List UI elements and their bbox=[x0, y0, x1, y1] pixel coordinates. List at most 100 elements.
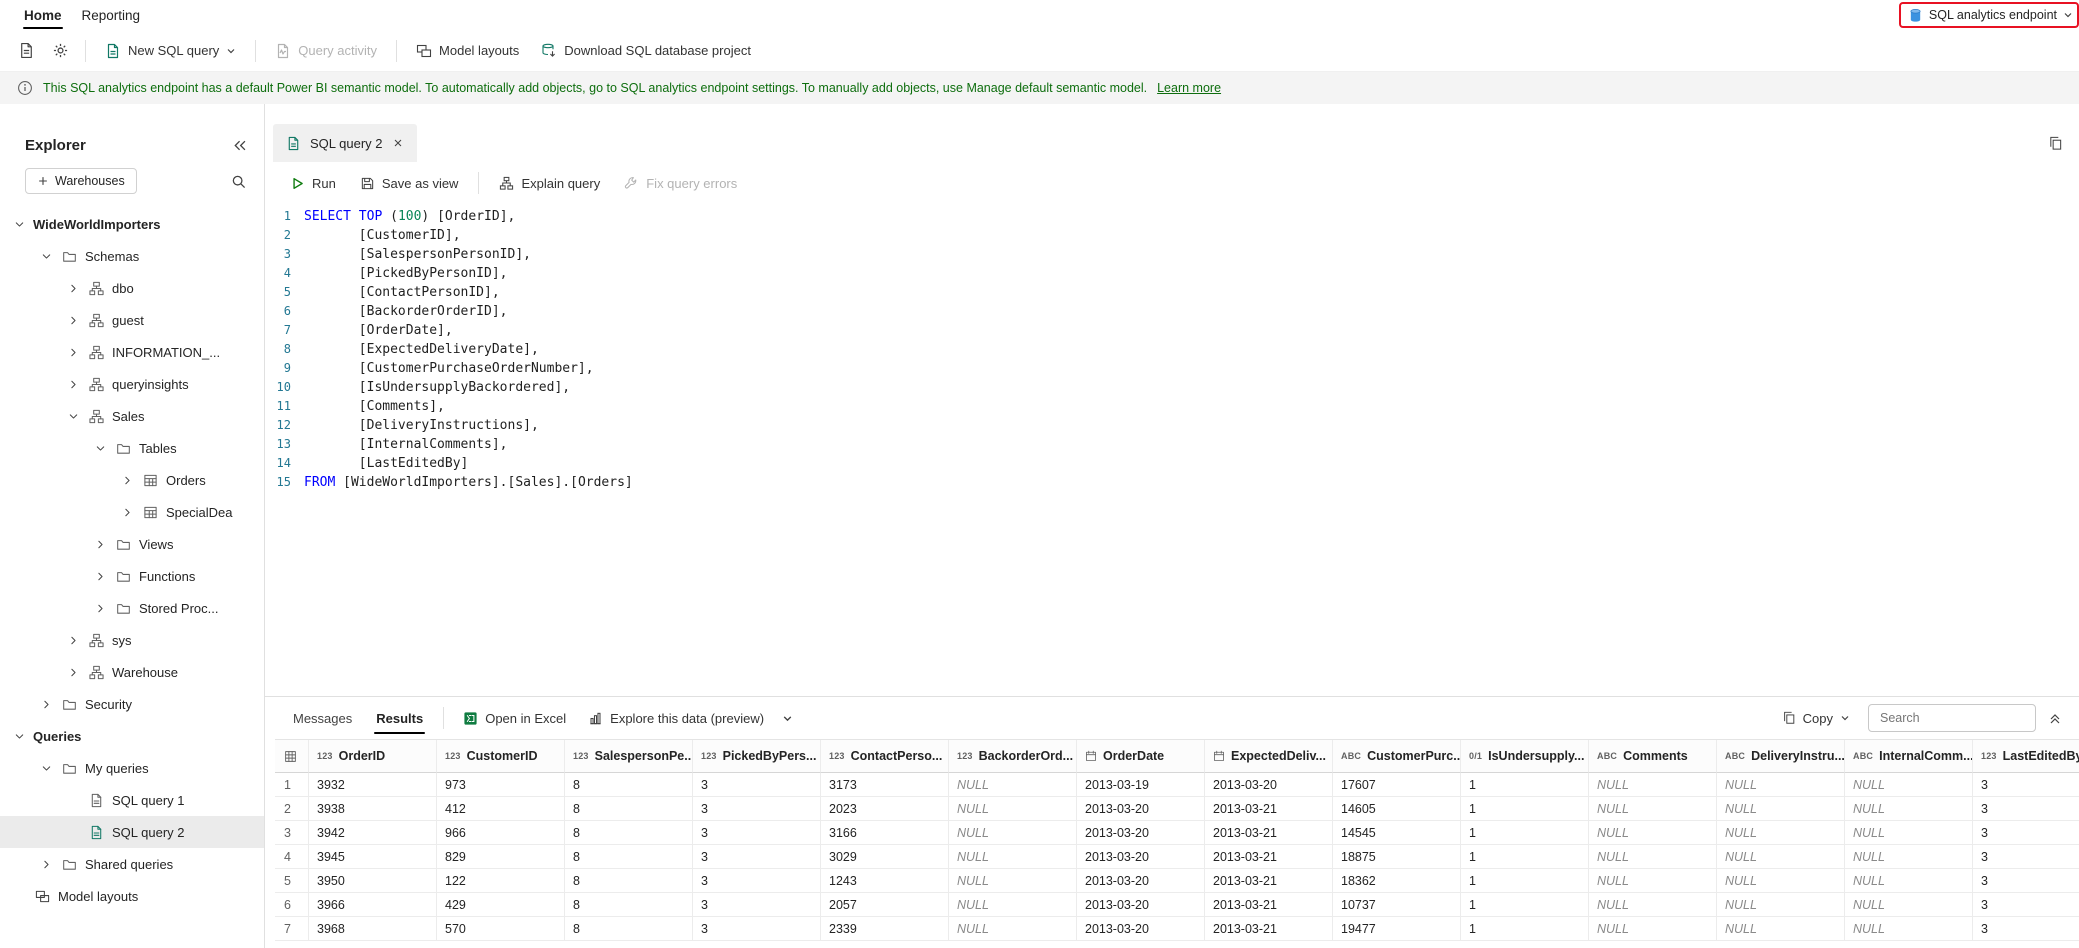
column-header-contactperso[interactable]: 123 ContactPerso... bbox=[821, 740, 949, 773]
chevron-right-icon[interactable] bbox=[39, 859, 54, 870]
tab-reporting[interactable]: Reporting bbox=[72, 0, 151, 30]
column-header-pickedbypers[interactable]: 123 PickedByPers... bbox=[693, 740, 821, 773]
tree-item-stored-proc[interactable]: Stored Proc... bbox=[0, 592, 264, 624]
new-item-button[interactable] bbox=[10, 36, 42, 66]
table-cell: 2023 bbox=[821, 797, 949, 821]
table-row[interactable]: 3 3942 966 8 3 3166 NULL 2013-03-20 2013-03-21 14… bbox=[275, 821, 2079, 845]
chevron-right-icon[interactable] bbox=[66, 315, 81, 326]
table-row[interactable]: 1 3932 973 8 3 3173 NULL 2013-03-19 2013-03-20 17… bbox=[275, 773, 2079, 797]
chevron-right-icon[interactable] bbox=[66, 379, 81, 390]
tree-item-queries[interactable]: Queries bbox=[0, 720, 264, 752]
column-header-deliveryinstru[interactable]: ABC DeliveryInstru... bbox=[1717, 740, 1845, 773]
explain-query-button[interactable]: Explain query bbox=[488, 168, 611, 198]
column-header-label: InternalComm... bbox=[1879, 749, 1973, 763]
tree-item-dbo[interactable]: dbo bbox=[0, 272, 264, 304]
select-all-cell[interactable] bbox=[275, 740, 309, 773]
copy-label: Copy bbox=[1802, 710, 1833, 726]
search-input[interactable] bbox=[1868, 704, 2036, 732]
tree-item-my-queries[interactable]: My queries bbox=[0, 752, 264, 784]
chevron-down-icon[interactable] bbox=[12, 731, 27, 742]
column-header-label: CustomerID bbox=[466, 749, 538, 763]
column-header-internalcomm[interactable]: ABC InternalComm... bbox=[1845, 740, 1973, 773]
column-header-salespersonpe[interactable]: 123 SalespersonPe... bbox=[565, 740, 693, 773]
copy-button[interactable]: Copy bbox=[1776, 703, 1856, 733]
chevron-right-icon[interactable] bbox=[66, 667, 81, 678]
open-in-excel-button[interactable]: Open in Excel bbox=[453, 703, 576, 733]
tree-item-security[interactable]: Security bbox=[0, 688, 264, 720]
results-grid[interactable]: 123 OrderID 123 CustomerID 123 SalespersonPe.… bbox=[275, 739, 2079, 948]
save-as-view-button[interactable]: Save as view bbox=[349, 168, 470, 198]
new-sql-query-button[interactable]: New SQL query bbox=[95, 36, 246, 66]
chevron-right-icon[interactable] bbox=[66, 347, 81, 358]
tree-item-shared-queries[interactable]: Shared queries bbox=[0, 848, 264, 880]
tree-item-queryinsights[interactable]: queryinsights bbox=[0, 368, 264, 400]
table-row[interactable]: 6 3966 429 8 3 2057 NULL 2013-03-20 2013-03-21 10… bbox=[275, 893, 2079, 917]
table-row[interactable]: 2 3938 412 8 3 2023 NULL 2013-03-20 2013-03-21 14… bbox=[275, 797, 2079, 821]
chevron-right-icon[interactable] bbox=[120, 475, 135, 486]
chevron-right-icon[interactable] bbox=[66, 283, 81, 294]
column-header-expecteddeliv[interactable]: ExpectedDeliv... bbox=[1205, 740, 1333, 773]
tab-sql-query-2[interactable]: SQL query 2 bbox=[273, 124, 417, 162]
chevron-down-icon[interactable] bbox=[782, 713, 793, 724]
chevron-down-icon[interactable] bbox=[12, 219, 27, 230]
tree-item-warehouse[interactable]: Warehouse bbox=[0, 656, 264, 688]
chevron-right-icon[interactable] bbox=[93, 571, 108, 582]
tree-item-sales[interactable]: Sales bbox=[0, 400, 264, 432]
chevron-down-icon[interactable] bbox=[93, 443, 108, 454]
download-sql-project-button[interactable]: Download SQL database project bbox=[531, 36, 761, 66]
tree-item-sql-query-1[interactable]: SQL query 1 bbox=[0, 784, 264, 816]
tree-item-information[interactable]: INFORMATION_... bbox=[0, 336, 264, 368]
settings-button[interactable] bbox=[44, 36, 76, 66]
tree-item-tables[interactable]: Tables bbox=[0, 432, 264, 464]
tree-item-wideworldimporters[interactable]: WideWorldImporters bbox=[0, 208, 264, 240]
tree-item-guest[interactable]: guest bbox=[0, 304, 264, 336]
table-cell: 2013-03-21 bbox=[1205, 869, 1333, 893]
collapse-pane-icon[interactable] bbox=[2048, 711, 2062, 725]
tab-results[interactable]: Results bbox=[365, 697, 434, 739]
column-header-isundersupply[interactable]: 0/1 IsUndersupply... bbox=[1461, 740, 1589, 773]
column-header-comments[interactable]: ABC Comments bbox=[1589, 740, 1717, 773]
table-row[interactable]: 5 3950 122 8 3 1243 NULL 2013-03-20 2013-03-21 18… bbox=[275, 869, 2079, 893]
column-header-backorderord[interactable]: 123 BackorderOrd... bbox=[949, 740, 1077, 773]
chevron-down-icon[interactable] bbox=[39, 251, 54, 262]
sql-editor[interactable]: 1 SELECT TOP (100) [OrderID], 2 [CustomerI… bbox=[265, 204, 2079, 696]
tab-home[interactable]: Home bbox=[14, 0, 72, 30]
tree-item-orders[interactable]: Orders bbox=[0, 464, 264, 496]
model-layouts-button[interactable]: Model layouts bbox=[406, 36, 529, 66]
column-header-orderdate[interactable]: OrderDate bbox=[1077, 740, 1205, 773]
query-activity-button[interactable]: Query activity bbox=[265, 36, 387, 66]
table-row[interactable]: 4 3945 829 8 3 3029 NULL 2013-03-20 2013-03-21 18… bbox=[275, 845, 2079, 869]
chevron-right-icon[interactable] bbox=[120, 507, 135, 518]
tab-messages[interactable]: Messages bbox=[282, 697, 363, 739]
column-header-orderid[interactable]: 123 OrderID bbox=[309, 740, 437, 773]
column-header-customerid[interactable]: 123 CustomerID bbox=[437, 740, 565, 773]
table-row[interactable]: 7 3968 570 8 3 2339 NULL 2013-03-20 2013-03-21 19… bbox=[275, 917, 2079, 941]
endpoint-selector[interactable]: SQL analytics endpoint bbox=[1898, 2, 2079, 28]
tree-item-model-layouts[interactable]: Model layouts bbox=[0, 880, 264, 912]
chevron-down-icon[interactable] bbox=[66, 411, 81, 422]
add-warehouses-button[interactable]: Warehouses bbox=[25, 168, 137, 194]
run-button[interactable]: Run bbox=[279, 168, 347, 198]
duplicate-icon[interactable] bbox=[2048, 136, 2063, 151]
fix-query-errors-button[interactable]: Fix query errors bbox=[613, 168, 748, 198]
collapse-sidebar-icon[interactable] bbox=[231, 138, 246, 153]
tree-item-functions[interactable]: Functions bbox=[0, 560, 264, 592]
search-icon[interactable] bbox=[231, 174, 246, 189]
column-header-customerpurc[interactable]: ABC CustomerPurc... bbox=[1333, 740, 1461, 773]
learn-more-link[interactable]: Learn more bbox=[1157, 81, 1221, 95]
column-header-lasteditedby[interactable]: 123 LastEditedBy bbox=[1973, 740, 2079, 773]
table-cell: NULL bbox=[1589, 821, 1717, 845]
chevron-right-icon[interactable] bbox=[66, 635, 81, 646]
tree-item-views[interactable]: Views bbox=[0, 528, 264, 560]
chevron-down-icon[interactable] bbox=[39, 763, 54, 774]
table-cell: 829 bbox=[437, 845, 565, 869]
chevron-right-icon[interactable] bbox=[39, 699, 54, 710]
chevron-right-icon[interactable] bbox=[93, 539, 108, 550]
chevron-right-icon[interactable] bbox=[93, 603, 108, 614]
tree-item-schemas[interactable]: Schemas bbox=[0, 240, 264, 272]
close-tab-icon[interactable] bbox=[392, 137, 404, 149]
explore-data-button[interactable]: Explore this data (preview) bbox=[578, 703, 774, 733]
tree-item-sql-query-2[interactable]: SQL query 2 bbox=[0, 816, 264, 848]
tree-item-specialdea[interactable]: SpecialDea bbox=[0, 496, 264, 528]
tree-item-sys[interactable]: sys bbox=[0, 624, 264, 656]
